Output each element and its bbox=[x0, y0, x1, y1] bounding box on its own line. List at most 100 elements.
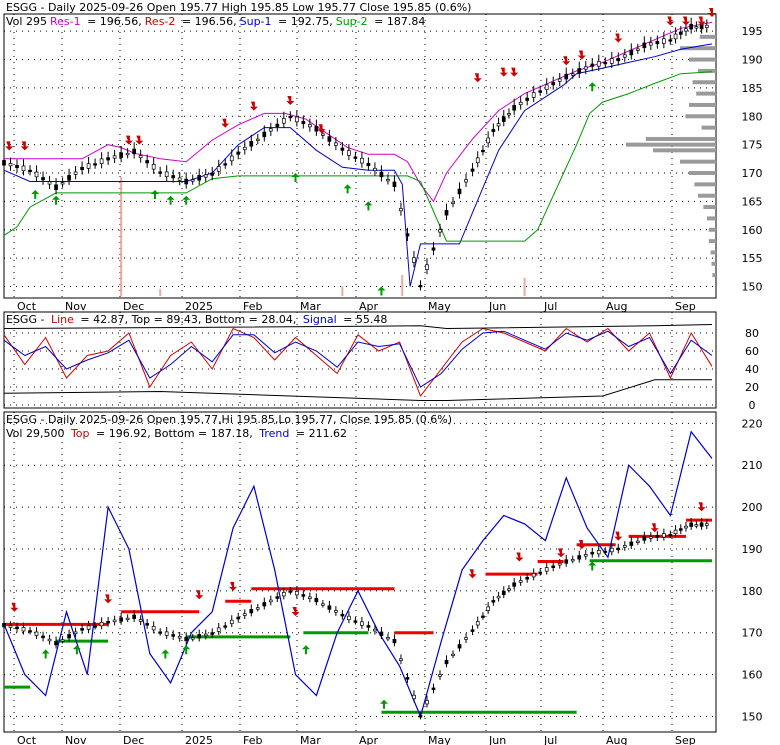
price-bar-body bbox=[347, 150, 351, 156]
price-bar-body bbox=[314, 597, 319, 603]
price-bar-body bbox=[119, 152, 123, 158]
price-bar-body bbox=[451, 201, 455, 204]
y-tick-label: 170 bbox=[742, 627, 763, 640]
price-bar-body bbox=[334, 142, 338, 146]
price-bar-body bbox=[451, 653, 455, 657]
price-bar-body bbox=[486, 137, 490, 144]
x-tick-label: Mar bbox=[300, 734, 321, 745]
volume-profile-bar bbox=[710, 250, 716, 255]
x-tick-label: Jun bbox=[488, 734, 506, 745]
volume-profile-bar bbox=[701, 125, 716, 130]
price-bar-body bbox=[145, 160, 150, 164]
price-bar-body bbox=[353, 620, 358, 623]
y-tick-label: 175 bbox=[742, 139, 763, 152]
y-tick-label: 150 bbox=[742, 280, 763, 293]
header-legend: Vol 29,500 Top = 196.92, Bottom = 187.18… bbox=[6, 427, 347, 440]
price-bar-body bbox=[668, 39, 673, 42]
price-bar-body bbox=[496, 123, 501, 127]
price-bar-body bbox=[684, 525, 688, 529]
price-bar-body bbox=[577, 68, 582, 74]
volume-profile-bar bbox=[703, 205, 716, 210]
price-bar-body bbox=[629, 49, 634, 56]
price-bar-body bbox=[635, 540, 640, 543]
price-bar-body bbox=[655, 535, 660, 538]
legend-part: Line bbox=[51, 313, 74, 326]
x-tick-label: Feb bbox=[243, 300, 262, 313]
volume-profile-bar bbox=[708, 239, 716, 244]
price-bar-body bbox=[307, 596, 312, 599]
price-bar-body bbox=[236, 616, 241, 620]
plot-frame bbox=[3, 13, 717, 299]
volume-profile-bar bbox=[692, 80, 716, 85]
price-bar-body bbox=[125, 617, 130, 621]
price-bar-body bbox=[512, 105, 517, 111]
y-tick-label: 180 bbox=[742, 585, 763, 598]
price-bar-body bbox=[190, 637, 195, 640]
price-bar-body bbox=[661, 38, 666, 44]
legend-part: = 196.56, bbox=[178, 15, 236, 28]
volume-profile-bar bbox=[689, 171, 716, 176]
price-bar-body bbox=[491, 600, 496, 603]
y-tick-label: 160 bbox=[742, 669, 763, 682]
price-bar-body bbox=[80, 166, 84, 171]
price-bar-body bbox=[151, 625, 156, 631]
volume-profile-bar bbox=[653, 148, 716, 153]
price-bar-body bbox=[288, 590, 293, 593]
price-bar-body bbox=[704, 523, 709, 526]
price-bar-body bbox=[464, 637, 468, 640]
price-bar-body bbox=[255, 607, 260, 610]
price-bar-body bbox=[321, 603, 325, 606]
price-bar-body bbox=[481, 615, 485, 618]
price-bar-body bbox=[171, 634, 176, 637]
legend-part: = 211.62 bbox=[292, 427, 347, 440]
y-tick-label: 195 bbox=[742, 25, 763, 38]
x-tick-label: May bbox=[428, 300, 451, 313]
price-bar-body bbox=[470, 629, 475, 632]
price-bar-body bbox=[694, 26, 699, 29]
price-bar-body bbox=[223, 163, 228, 166]
volume-profile-bar bbox=[689, 102, 716, 107]
price-bar-body bbox=[689, 23, 694, 30]
x-tick-label: May bbox=[428, 734, 451, 745]
price-bar-body bbox=[203, 174, 208, 178]
price-bar-body bbox=[418, 285, 423, 288]
price-bar-body bbox=[412, 257, 416, 263]
x-tick-label: Feb bbox=[243, 734, 262, 745]
legend-part: ESGG - bbox=[6, 313, 48, 326]
price-bar-body bbox=[583, 66, 588, 70]
price-bar-body bbox=[268, 128, 273, 132]
price-bar-body bbox=[327, 605, 332, 610]
x-tick-label: Nov bbox=[65, 734, 87, 745]
price-bar-body bbox=[171, 175, 176, 179]
legend-part: = 196.56, bbox=[84, 15, 142, 28]
volume-profile-bar bbox=[685, 114, 716, 119]
price-bar-body bbox=[438, 229, 442, 233]
price-bar-body bbox=[15, 626, 19, 630]
x-tick-label: Jun bbox=[488, 300, 506, 313]
y-tick-label: 165 bbox=[742, 195, 763, 208]
price-bar-body bbox=[54, 641, 58, 646]
price-bar-body bbox=[255, 138, 260, 141]
price-bar-body bbox=[164, 631, 169, 636]
price-bar-body bbox=[512, 582, 517, 587]
price-bar-body bbox=[379, 171, 384, 178]
price-bar-body bbox=[366, 625, 371, 628]
price-bar-body bbox=[321, 133, 325, 136]
price-bar-body bbox=[340, 613, 345, 617]
price-bar-body bbox=[268, 599, 273, 603]
volume-bar bbox=[341, 286, 344, 296]
price-bar-body bbox=[366, 162, 371, 167]
y-tick-label: 160 bbox=[742, 224, 763, 237]
price-bar-body bbox=[412, 694, 416, 700]
trend-header-line1: ESGG - Daily 2025-09-26 Open 195.77,Hi 1… bbox=[6, 413, 452, 426]
volume-profile-bar bbox=[689, 57, 716, 62]
price-bar-body bbox=[678, 31, 683, 35]
price-bar-body bbox=[158, 171, 163, 174]
price-bar-body bbox=[21, 165, 26, 172]
legend-part: Sup-1 bbox=[240, 15, 272, 28]
header-legend: Vol 295 Res-1 = 196.56, Res-2 = 196.56, Sup… bbox=[6, 15, 425, 28]
price-bar-body bbox=[242, 146, 247, 151]
price-bar-body bbox=[699, 522, 704, 527]
price-bar-body bbox=[73, 631, 78, 635]
price-bar-body bbox=[531, 92, 536, 98]
